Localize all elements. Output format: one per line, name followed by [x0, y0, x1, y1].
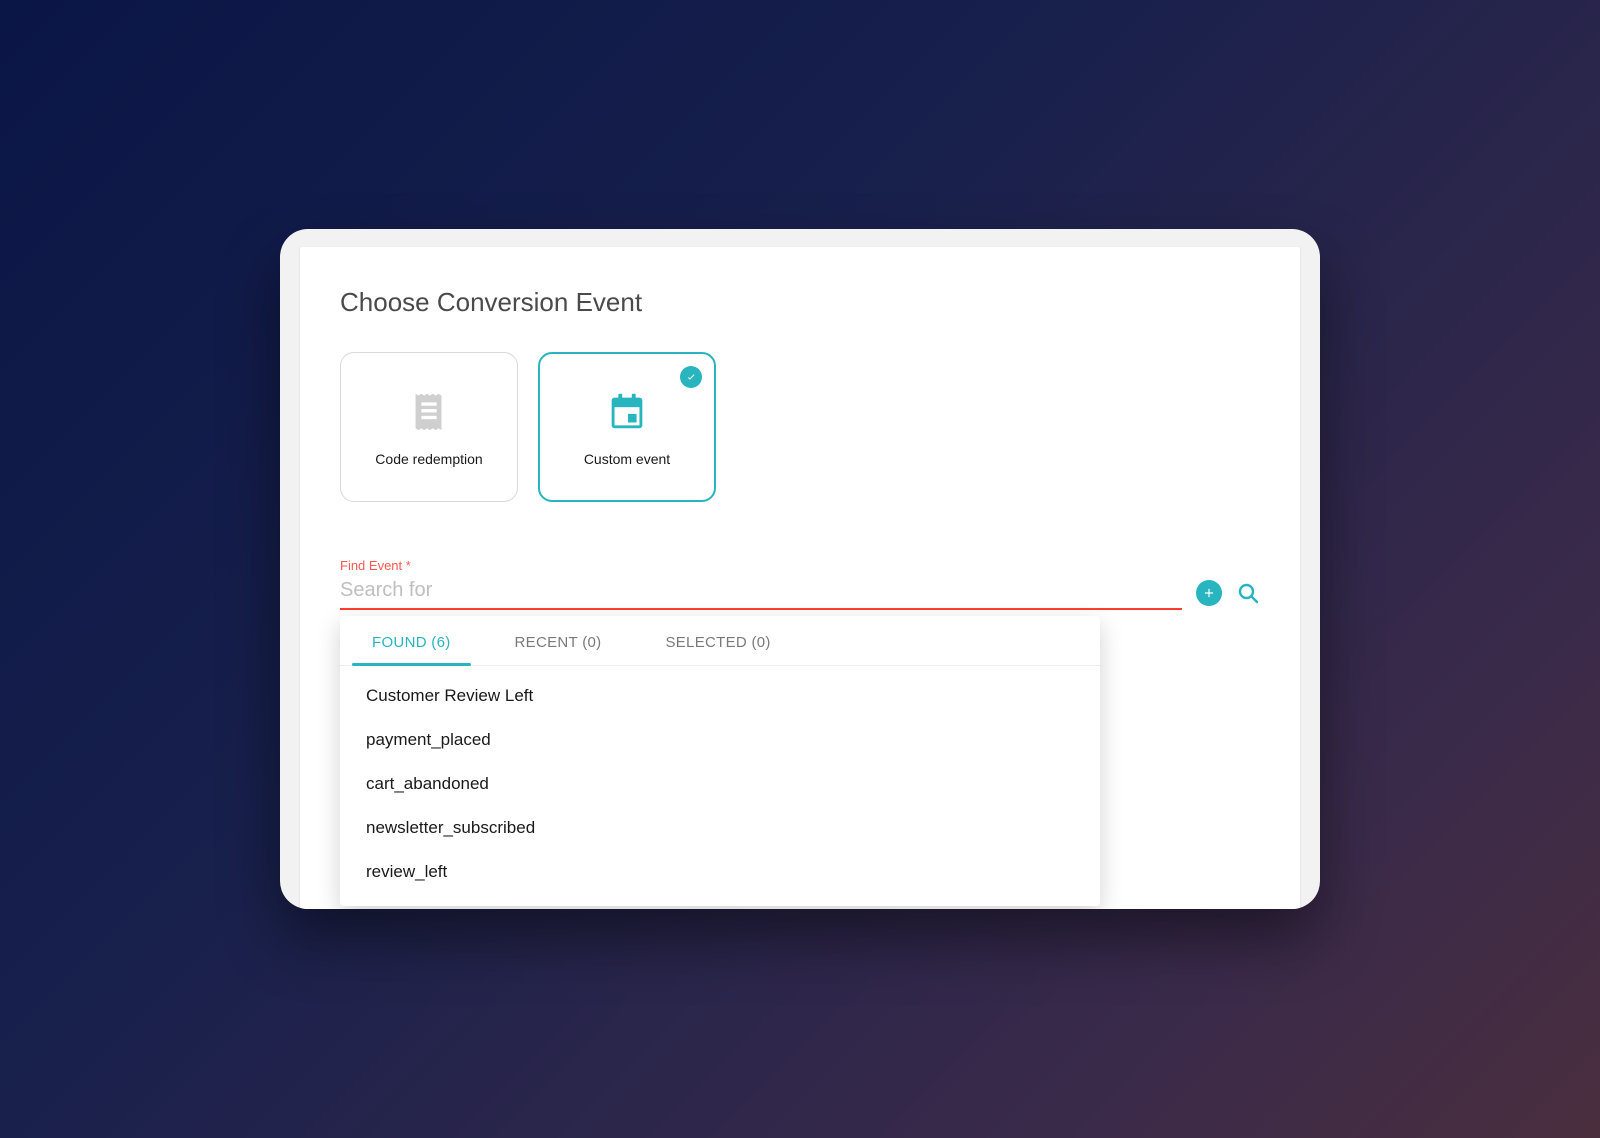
- list-item[interactable]: Customer Review Left: [340, 674, 1100, 718]
- page-title: Choose Conversion Event: [340, 287, 1260, 318]
- conversion-event-panel: Choose Conversion Event Code redemption: [300, 247, 1300, 909]
- find-event-label: Find Event *: [340, 558, 1260, 573]
- dropdown-tabs: FOUND (6) RECENT (0) SELECTED (0): [340, 616, 1100, 666]
- receipt-icon: [405, 387, 453, 435]
- card-code-redemption[interactable]: Code redemption: [340, 352, 518, 502]
- list-item[interactable]: newsletter_subscribed: [340, 806, 1100, 850]
- card-custom-event[interactable]: Custom event: [538, 352, 716, 502]
- results-list: Customer Review Left payment_placed cart…: [340, 666, 1100, 906]
- search-icon[interactable]: [1236, 581, 1260, 605]
- event-type-cards: Code redemption Custom event: [340, 352, 1260, 502]
- find-event-field: Find Event *: [340, 558, 1260, 610]
- tab-selected[interactable]: SELECTED (0): [633, 616, 802, 665]
- find-event-input[interactable]: [340, 575, 1182, 610]
- calendar-icon: [603, 387, 651, 435]
- list-item[interactable]: review_left: [340, 850, 1100, 894]
- check-icon: [680, 366, 702, 388]
- event-dropdown: FOUND (6) RECENT (0) SELECTED (0) Custom…: [340, 616, 1100, 906]
- card-code-redemption-label: Code redemption: [375, 451, 482, 467]
- card-custom-event-label: Custom event: [584, 451, 670, 467]
- device-frame: Choose Conversion Event Code redemption: [280, 229, 1320, 909]
- tab-found[interactable]: FOUND (6): [340, 616, 483, 665]
- list-item[interactable]: payment_placed: [340, 718, 1100, 762]
- add-event-button[interactable]: [1196, 580, 1222, 606]
- list-item[interactable]: cart_abandoned: [340, 762, 1100, 806]
- tab-recent[interactable]: RECENT (0): [483, 616, 634, 665]
